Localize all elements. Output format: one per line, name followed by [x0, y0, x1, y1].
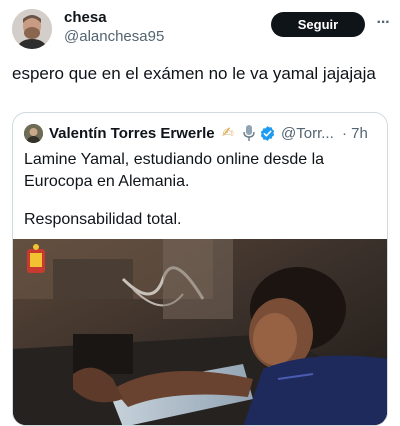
quoted-media-image[interactable] [13, 239, 387, 425]
author-handle[interactable]: @alanchesa95 [64, 28, 164, 45]
more-icon[interactable]: ··· [372, 12, 394, 36]
quoted-author-handle[interactable]: @Torr... [281, 125, 334, 142]
tweet-header: chesa @alanchesa95 Seguir ··· [0, 0, 400, 58]
microphone-icon [242, 124, 256, 142]
author-name[interactable]: chesa [64, 9, 107, 26]
quoted-author-name[interactable]: Valentín Torres Erwerle [49, 125, 215, 142]
quoted-tweet-text-2: Responsabilidad total. [24, 211, 182, 228]
author-avatar[interactable] [12, 9, 52, 49]
quoted-tweet-header: Valentín Torres Erwerle ✍ @Torr... · 7h [24, 123, 378, 145]
quoted-timestamp[interactable]: · 7h [342, 125, 368, 142]
tweet-text: espero que en el exámen no le va yamal j… [12, 64, 376, 83]
quoted-author-avatar[interactable] [24, 124, 43, 143]
quoted-tweet[interactable]: Valentín Torres Erwerle ✍ @Torr... · 7h … [12, 112, 388, 426]
quoted-tweet-text: Lamine Yamal, estudiando online desde la… [24, 151, 325, 190]
writing-hand-emoji: ✍ [222, 124, 234, 140]
verified-badge-icon [259, 125, 276, 142]
follow-button[interactable]: Seguir [271, 12, 365, 37]
